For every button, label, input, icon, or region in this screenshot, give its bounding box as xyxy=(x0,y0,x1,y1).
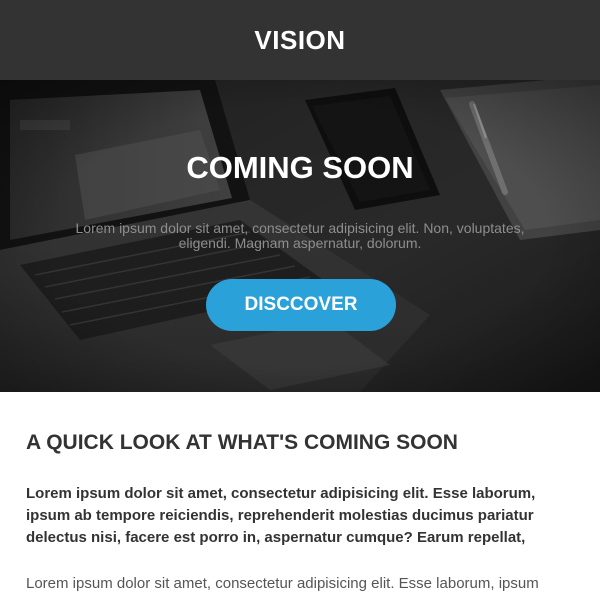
header-bar: VISION xyxy=(0,0,600,80)
body-paragraph: Lorem ipsum dolor sit amet, consectetur … xyxy=(26,575,539,592)
hero-title: COMING SOON xyxy=(186,150,414,185)
hero-description: Lorem ipsum dolor sit amet, consectetur … xyxy=(75,220,525,251)
section-title: A QUICK LOOK AT WHAT'S COMING SOON xyxy=(26,431,458,454)
email-page: VISION COMING SOON Lorem ipsum dolor sit… xyxy=(0,0,600,600)
hero-banner: COMING SOON Lorem ipsum dolor sit amet, … xyxy=(0,80,600,392)
bold-paragraph: Lorem ipsum dolor sit amet, consectetur … xyxy=(26,485,536,546)
brand-logo-text: VISION xyxy=(254,24,346,55)
content-section: A QUICK LOOK AT WHAT'S COMING SOON Lorem… xyxy=(26,392,576,595)
discover-button[interactable]: DISCCOVER xyxy=(206,279,396,331)
